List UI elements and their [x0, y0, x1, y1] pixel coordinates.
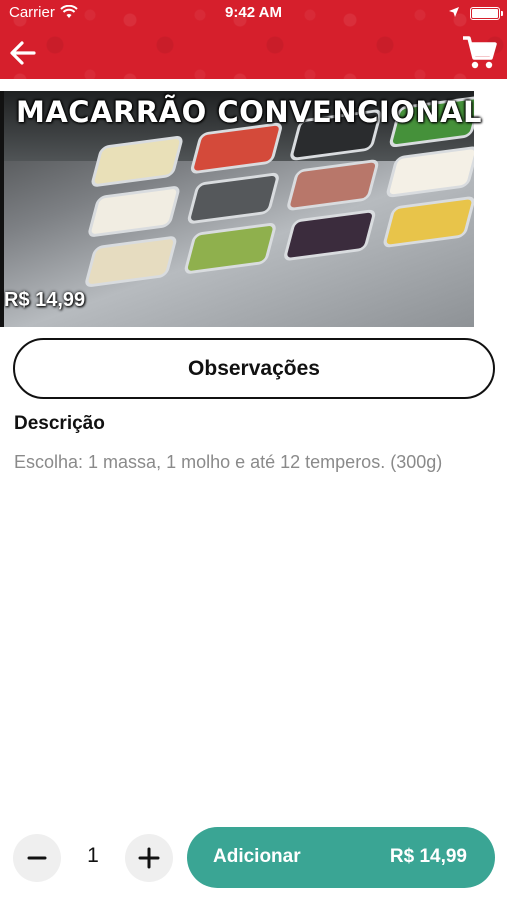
- add-to-cart-label: Adicionar: [213, 846, 301, 867]
- status-time: 9:42 AM: [225, 4, 282, 21]
- shopping-cart-icon: [463, 36, 497, 69]
- quantity-decrease-button[interactable]: [13, 834, 61, 882]
- description-heading: Descrição: [14, 413, 105, 434]
- add-to-cart-button[interactable]: Adicionar R$ 14,99: [187, 827, 495, 888]
- quantity-increase-button[interactable]: [125, 834, 173, 882]
- observations-button-label: Observações: [188, 356, 320, 380]
- quantity-value: 1: [87, 844, 99, 867]
- cart-button[interactable]: [460, 33, 498, 71]
- status-bar: Carrier 9:42 AM: [0, 0, 507, 26]
- observations-button[interactable]: Observações: [13, 338, 495, 399]
- minus-icon: [27, 856, 47, 860]
- description-text: Escolha: 1 massa, 1 molho e até 12 tempe…: [14, 452, 443, 472]
- top-bar: Carrier 9:42 AM: [0, 0, 507, 79]
- location-arrow-icon: [448, 5, 460, 22]
- arrow-left-icon: [10, 41, 36, 65]
- add-to-cart-price: R$ 14,99: [389, 846, 467, 867]
- battery-icon: [470, 7, 503, 20]
- product-title: MACARRÃO CONVENCIONAL: [16, 95, 483, 129]
- product-price: R$ 14,99: [4, 289, 86, 311]
- back-button[interactable]: [6, 36, 40, 70]
- plus-icon: [138, 847, 160, 869]
